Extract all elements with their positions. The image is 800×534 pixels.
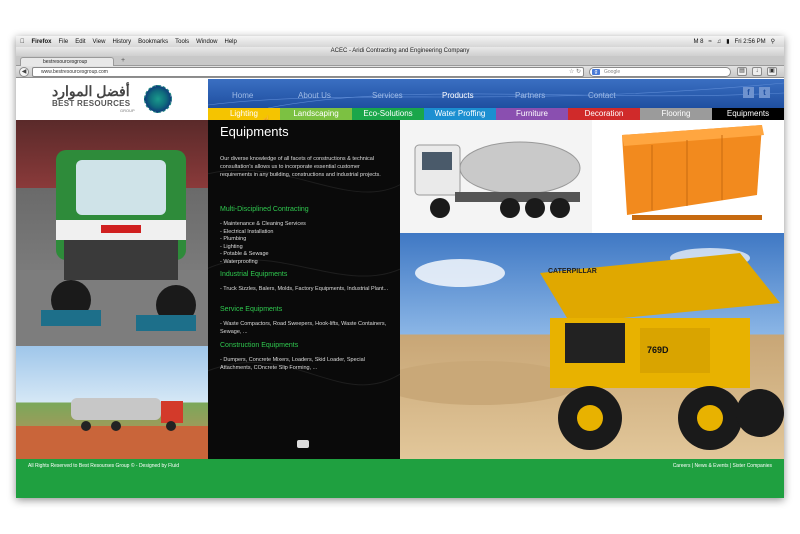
menubar-status-area: M 8 ≈ ♫ ▮ Fri 2:56 PM ⚲ [693, 38, 780, 46]
caterpillar-label: CATERPILLAR [548, 268, 597, 275]
subnav-flooring[interactable]: Flooring [640, 108, 712, 120]
search-placeholder: Google [604, 69, 621, 75]
window-title: ACEC - Aridi Contracting and Engineering… [16, 47, 784, 56]
download-icon[interactable]: ↓ [752, 67, 762, 76]
nav-background-curves [208, 82, 784, 108]
subnav-water-proffing[interactable]: Water Proffing [424, 108, 496, 120]
subnav-landscaping[interactable]: Landscaping [280, 108, 352, 120]
panel-heading: Equipments [220, 124, 289, 139]
subnav-decoration[interactable]: Decoration [568, 108, 640, 120]
bookmark-menu-icon[interactable]: ▤ [737, 67, 747, 76]
menu-help[interactable]: Help [224, 39, 236, 45]
concrete-mixer-illustration [414, 141, 581, 218]
section-text-contracting: - Maintenance & Cleaning Services - Elec… [220, 221, 306, 265]
nav-home[interactable]: Home [232, 91, 253, 100]
tanker-truck-illustration [16, 398, 208, 459]
product-subnav: Lighting Landscaping Eco-Solutions Water… [208, 108, 784, 120]
addon-icon[interactable]: ▣ [767, 67, 777, 76]
browser-tab[interactable]: bestresourcesgroup [20, 57, 114, 66]
menu-history[interactable]: History [112, 39, 131, 45]
globe-logo-icon [144, 85, 172, 113]
mac-menu-bar:  Firefox File Edit View History Bookmar… [16, 36, 784, 47]
back-button[interactable]: ◀ [19, 67, 29, 77]
section-title-industrial: Industrial Equipments [220, 271, 288, 278]
url-text: www.bestresourcesgroup.com [41, 69, 108, 75]
main-navigation: Home About Us Services Products Partners… [208, 79, 784, 108]
google-icon: g [592, 69, 600, 75]
new-tab-button[interactable]: + [118, 57, 128, 65]
nav-contact[interactable]: Contact [588, 91, 616, 100]
section-text-service: - Waste Compactors, Road Sweepers, Hook-… [220, 321, 387, 335]
tab-label: bestresourcesgroup [43, 59, 88, 65]
logo-group-text: GROUP [120, 108, 135, 113]
url-bar[interactable]: www.bestresourcesgroup.com ☆ ↻ [32, 67, 584, 77]
menu-view[interactable]: View [93, 39, 106, 45]
truck-number: 769D [647, 345, 669, 355]
panel-intro: Our diverse knowledge of all facets of c… [220, 156, 381, 178]
nav-about-us[interactable]: About Us [298, 91, 331, 100]
street-sweeper-illustration [16, 150, 208, 346]
concrete-mixer-photo [400, 120, 592, 233]
menu-edit[interactable]: Edit [75, 39, 85, 45]
orange-container-photo [592, 120, 784, 233]
battery-icon[interactable]: ▮ [726, 38, 729, 45]
tanker-truck-photo [16, 346, 208, 459]
dump-truck-photo: CATERPILLAR 769D [400, 233, 784, 459]
facebook-icon[interactable]: f [743, 87, 754, 98]
apple-icon[interactable]:  [20, 39, 25, 45]
subnav-equipments[interactable]: Equipments [712, 108, 784, 120]
site-footer: All Rights Reserved to Best Resourses Gr… [16, 459, 784, 498]
section-title-construction: Construction Equipments [220, 342, 299, 349]
site-logo[interactable]: أفضل الموارد BEST RESOURCES GROUP [16, 79, 208, 121]
twitter-icon[interactable]: t [759, 87, 770, 98]
subnav-eco-solutions[interactable]: Eco-Solutions [352, 108, 424, 120]
nav-partners[interactable]: Partners [515, 91, 545, 100]
reload-icon[interactable]: ☆ ↻ [569, 68, 581, 76]
section-title-service: Service Equipments [220, 306, 283, 313]
menu-file[interactable]: File [59, 39, 69, 45]
search-box[interactable]: g Google [589, 67, 731, 77]
menubar-clock[interactable]: Fri 2:56 PM [735, 39, 766, 45]
spotlight-icon[interactable]: ⚲ [771, 38, 775, 45]
menu-firefox[interactable]: Firefox [32, 39, 52, 45]
tab-strip: bestresourcesgroup + [16, 56, 784, 66]
menu-window[interactable]: Window [196, 39, 217, 45]
subnav-furniture[interactable]: Furniture [496, 108, 568, 120]
equipments-panel: Equipments Our diverse knowledge of all … [208, 120, 400, 459]
logo-arabic-text: أفضل الموارد [52, 83, 130, 99]
navigation-toolbar: ◀ www.bestresourcesgroup.com ☆ ↻ g Googl… [16, 66, 784, 78]
nav-products[interactable]: Products [442, 91, 474, 100]
footer-links[interactable]: Careers | News & Events | Sister Compani… [673, 463, 772, 469]
menu-bookmarks[interactable]: Bookmarks [138, 39, 168, 45]
orange-container-illustration [622, 125, 764, 220]
section-text-industrial: - Truck Sizzles, Balers, Molds, Factory … [220, 286, 389, 292]
volume-icon[interactable]: ♫ [717, 39, 722, 45]
street-sweeper-photo [16, 120, 208, 346]
logo-english-text: BEST RESOURCES [52, 99, 131, 108]
footer-copyright: All Rights Reserved to Best Resourses Gr… [28, 463, 179, 469]
nav-services[interactable]: Services [372, 91, 403, 100]
dump-truck-illustration: CATERPILLAR 769D [400, 248, 784, 450]
wifi-icon[interactable]: ≈ [708, 39, 711, 45]
section-text-construction: - Dumpers, Concrete Mixers, Loaders, Ski… [220, 357, 365, 371]
status-mail-indicator[interactable]: M 8 [693, 39, 703, 45]
browser-window:  Firefox File Edit View History Bookmar… [16, 36, 784, 498]
menu-tools[interactable]: Tools [175, 39, 189, 45]
vehicle-icon[interactable] [297, 440, 309, 448]
website-content: أفضل الموارد BEST RESOURCES GROUP Home A… [16, 79, 784, 498]
section-title-contracting: Multi-Disciplined Contracting [220, 206, 309, 213]
